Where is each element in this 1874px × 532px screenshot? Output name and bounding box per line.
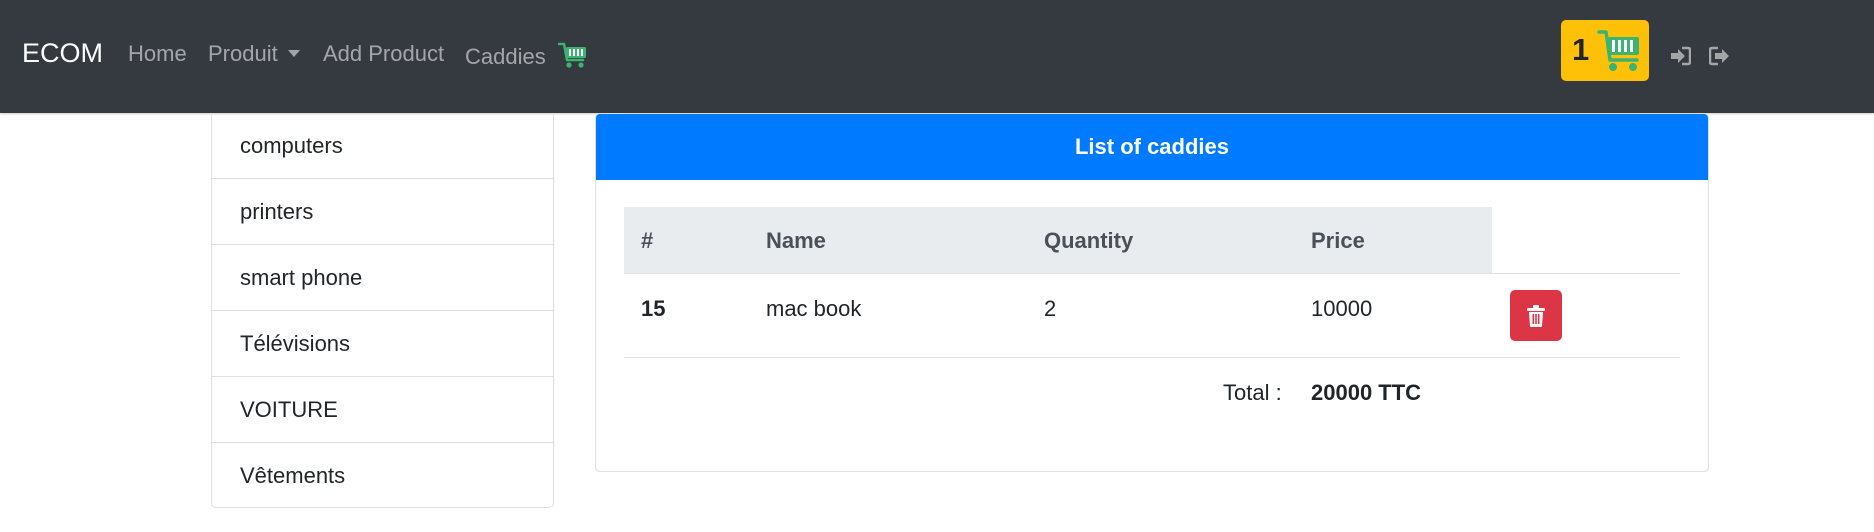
table-header: # Name Quantity Price — [624, 207, 1492, 274]
nav-link-home[interactable]: Home — [128, 41, 187, 67]
category-item[interactable]: computers — [212, 113, 553, 179]
category-list: computers printers smart phone Télévisio… — [211, 113, 554, 508]
delete-button[interactable] — [1510, 290, 1562, 341]
row-quantity: 2 — [1044, 296, 1057, 321]
sign-in-icon[interactable] — [1669, 46, 1691, 66]
category-item[interactable]: VOITURE — [212, 377, 553, 443]
column-header-quantity: Quantity — [1044, 228, 1134, 253]
shopping-cart-icon — [557, 42, 586, 68]
cart-count: 1 — [1572, 32, 1590, 67]
total-value: 20000 TTC — [1311, 380, 1422, 405]
nav-link-caddies[interactable]: Caddies — [465, 41, 588, 70]
sign-out-icon[interactable] — [1709, 46, 1731, 66]
trash-icon — [1527, 305, 1545, 327]
row-divider — [624, 357, 1680, 358]
nav-link-add-product[interactable]: Add Product — [323, 41, 444, 67]
nav-link-caddies-label: Caddies — [465, 44, 546, 69]
caddies-card: List of caddies # Name Quantity Price 15… — [595, 113, 1709, 472]
row-price: 10000 — [1311, 296, 1373, 321]
row-id: 15 — [641, 296, 666, 321]
row-name: mac book — [766, 296, 862, 321]
total-label: Total : — [1223, 380, 1282, 405]
nav-dropdown-produit-label: Produit — [208, 41, 278, 66]
caret-down-icon — [287, 50, 300, 57]
header-divider — [624, 273, 1680, 274]
shopping-cart-icon — [1597, 30, 1639, 71]
card-title: List of caddies — [596, 114, 1708, 180]
nav-dropdown-produit[interactable]: Produit — [208, 41, 300, 67]
cart-count-badge[interactable]: 1 — [1561, 20, 1649, 81]
category-item[interactable]: printers — [212, 179, 553, 245]
category-item[interactable]: smart phone — [212, 245, 553, 311]
column-header-name: Name — [766, 228, 826, 253]
column-header-id: # — [641, 228, 654, 253]
column-header-price: Price — [1311, 228, 1365, 253]
category-item[interactable]: Télévisions — [212, 311, 553, 377]
brand-logo[interactable]: ECOM — [22, 38, 103, 69]
top-navbar: ECOM Home Produit Add Product Caddies 1 — [0, 0, 1874, 113]
category-item[interactable]: Vêtements — [212, 443, 553, 509]
